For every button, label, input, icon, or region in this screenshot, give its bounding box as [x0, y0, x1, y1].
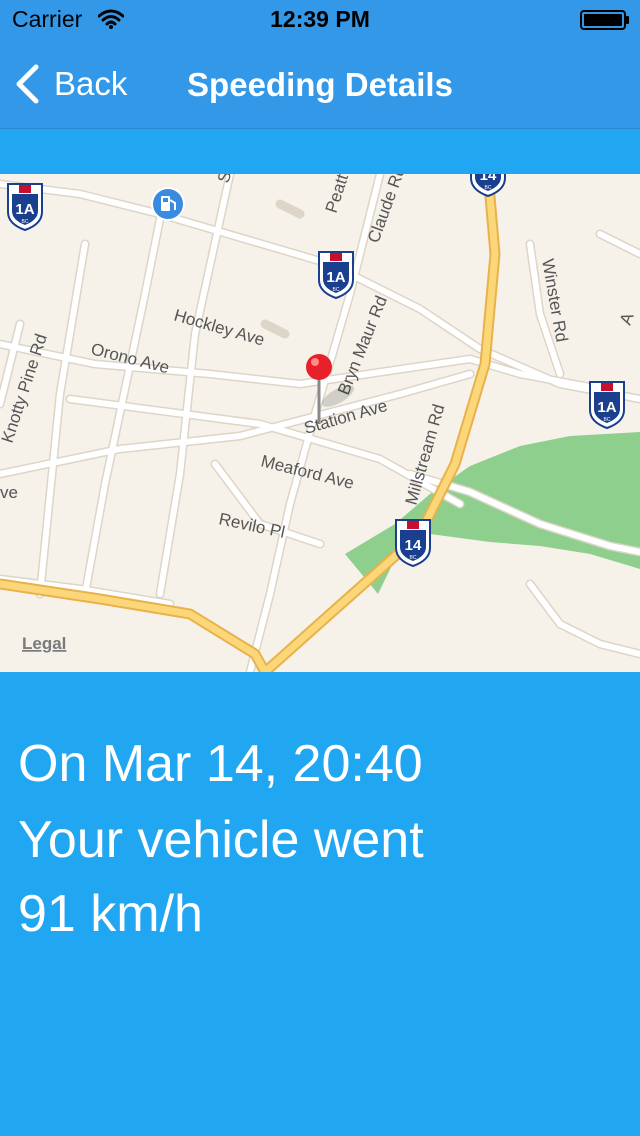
shield-province: BC [485, 185, 492, 191]
shield-label: 1A [15, 201, 34, 218]
shield-province: BC [333, 287, 340, 293]
shield-province: BC [410, 555, 417, 561]
highway-shield-1a-center: 1A BC [318, 251, 354, 300]
speeding-details: On Mar 14, 20:40 Your vehicle went 91 km… [0, 672, 640, 1136]
header-strip [0, 130, 640, 174]
status-time: 12:39 PM [270, 6, 370, 32]
shield-label: 1A [597, 399, 616, 416]
shield-label: 14 [480, 174, 497, 184]
shield-label: 1A [326, 269, 345, 286]
navigation-bar: Back Speeding Details [0, 40, 640, 129]
legal-link[interactable]: Legal [22, 634, 66, 653]
status-bar: Carrier 12:39 PM [0, 0, 640, 40]
map-view[interactable]: Hockley Ave Orono Ave Knotty Pine Rd Bry… [0, 174, 640, 672]
shield-province: BC [604, 417, 611, 423]
map-canvas[interactable]: Hockley Ave Orono Ave Knotty Pine Rd Bry… [0, 174, 640, 672]
battery-icon [580, 10, 629, 30]
page-title: Speeding Details [187, 66, 453, 103]
highway-shield-14-bottom: 14 BC [395, 519, 431, 568]
highway-shield-1a-left: 1A BC [7, 183, 43, 232]
shield-province: BC [22, 219, 29, 225]
gas-station-icon[interactable] [151, 187, 185, 221]
speeding-speed: 91 km/h [18, 885, 203, 943]
speeding-intro: Your vehicle went [18, 811, 424, 869]
shield-label: 14 [405, 537, 422, 554]
street-partial-ve: ve [0, 483, 18, 502]
highway-shield-1a-right: 1A BC [589, 381, 625, 430]
speeding-date: On Mar 14, 20:40 [18, 735, 423, 793]
